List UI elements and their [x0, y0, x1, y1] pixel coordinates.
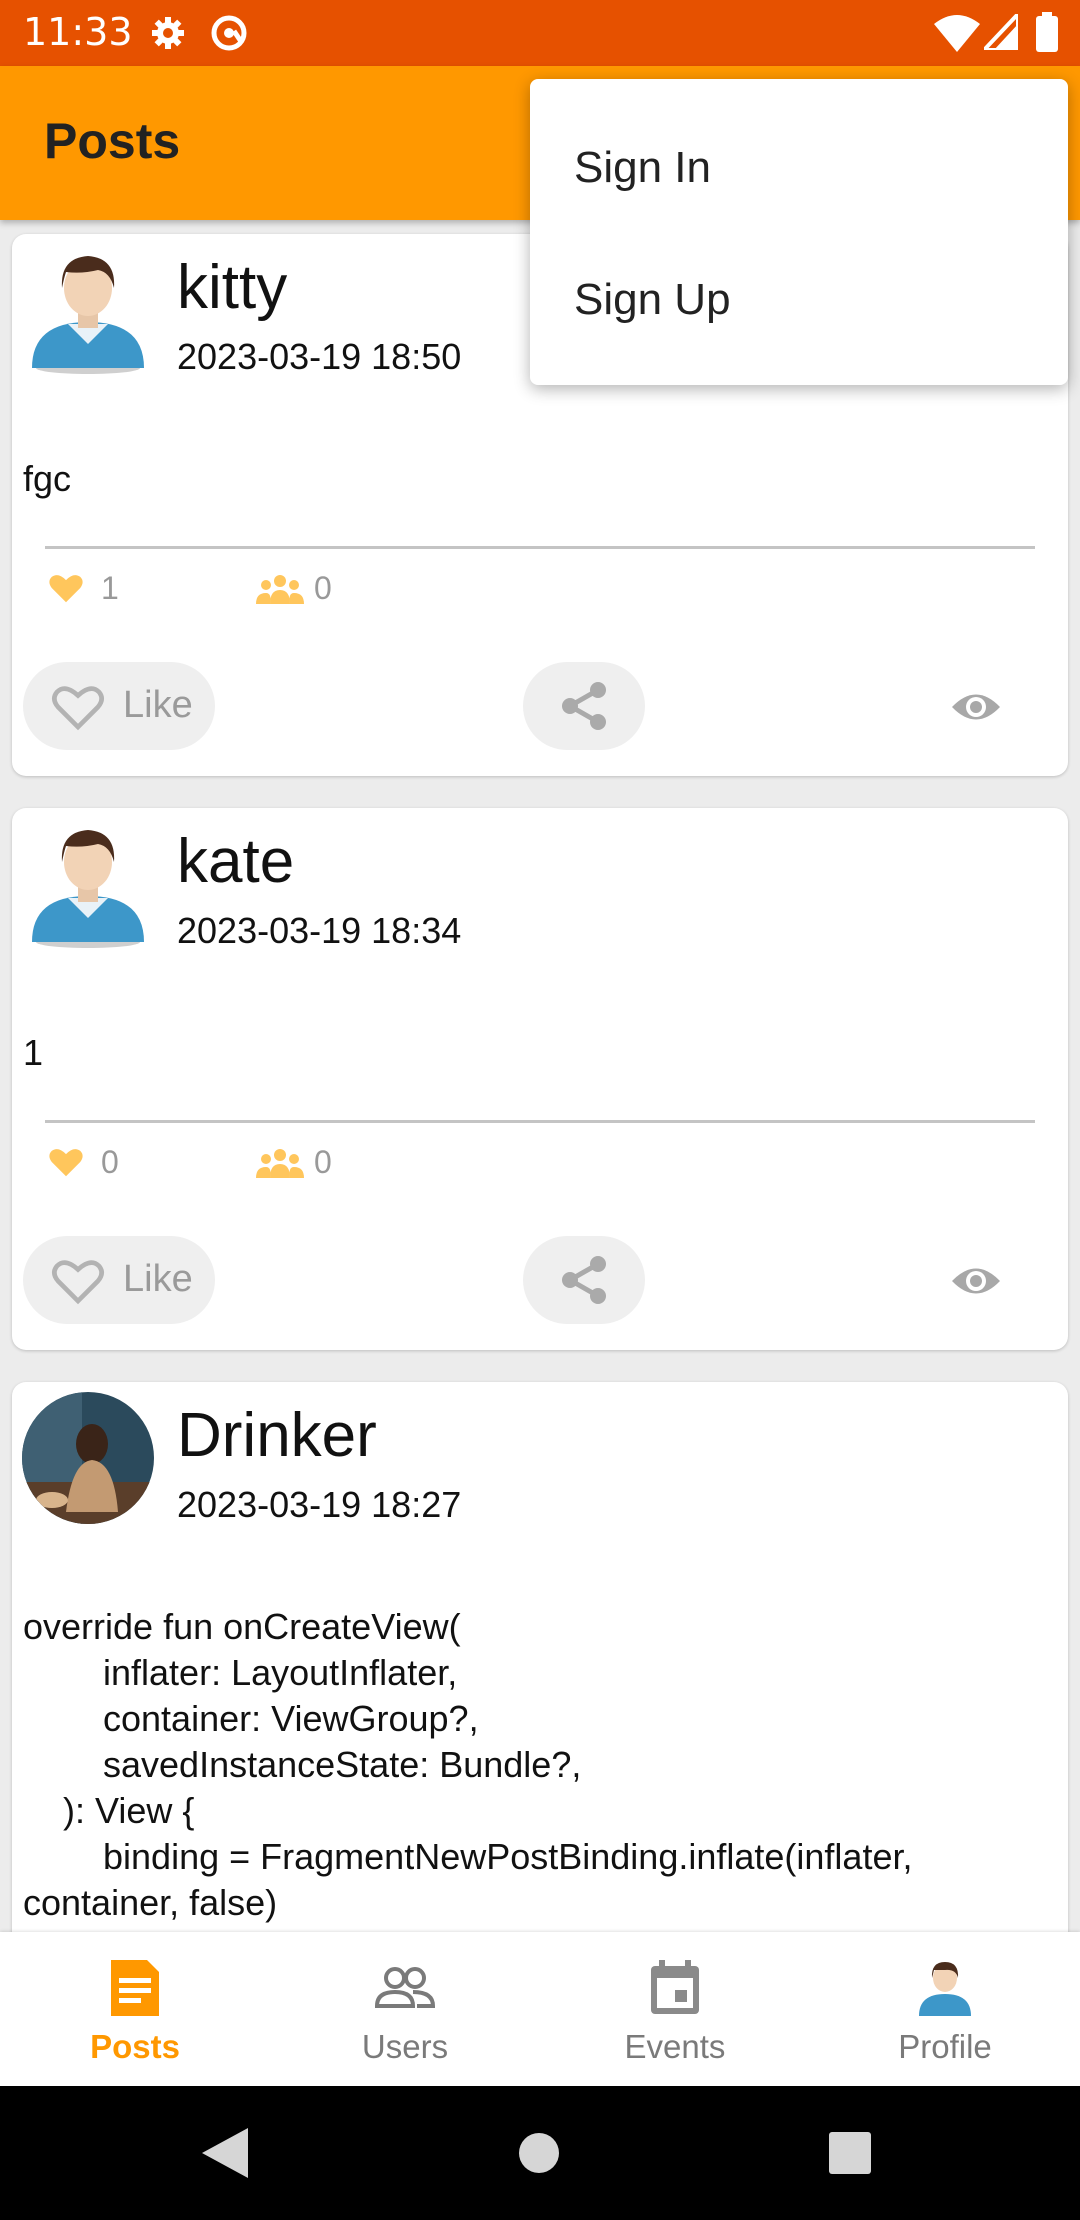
nav-item-events[interactable]: Events [540, 1932, 810, 2086]
post-card[interactable]: kate 2023-03-19 18:34 1 0 0 Like [12, 808, 1068, 1350]
nav-label: Events [624, 2028, 726, 2065]
post-author[interactable]: kate [177, 826, 294, 897]
post-body: override fun onCreateView( inflater: Lay… [23, 1606, 913, 1923]
post-author[interactable]: Drinker [177, 1400, 377, 1471]
post-feed[interactable]: kitty 2023-03-19 18:50 fgc 1 0 Like kate… [0, 220, 1080, 1932]
nav-label: Users [361, 2028, 449, 2065]
page-title: Posts [44, 113, 181, 169]
nav-label: Profile [898, 2028, 992, 2065]
share-icon [562, 682, 606, 730]
recents-icon[interactable] [829, 2132, 871, 2174]
heart-filled-icon [49, 1149, 83, 1177]
like-label: Like [123, 684, 193, 726]
post-body: 1 [23, 1032, 44, 1073]
system-navigation-bar [0, 2086, 1080, 2220]
share-count: 0 [314, 570, 332, 606]
share-button[interactable] [523, 662, 645, 750]
at-sign-icon [211, 15, 247, 51]
like-button[interactable]: Like [23, 662, 215, 750]
heart-outline-icon [52, 686, 104, 731]
menu-item-sign-up[interactable]: Sign Up [574, 275, 731, 325]
share-icon [562, 1256, 606, 1304]
default-male-avatar-icon[interactable] [22, 244, 154, 376]
post-body: fgc [23, 458, 72, 499]
battery-icon [1036, 12, 1058, 52]
bottom-navigation: Posts Users Events Profile [0, 1932, 1080, 2086]
post-date: 2023-03-19 18:27 [177, 1484, 462, 1525]
status-bar: 11:33 [0, 0, 1080, 66]
post-card[interactable]: Drinker 2023-03-19 18:27 override fun on… [12, 1382, 1068, 1932]
signal-icon [984, 14, 1018, 50]
people-icon [256, 575, 304, 604]
settings-icon [152, 17, 184, 49]
like-button[interactable]: Like [23, 1236, 215, 1324]
eye-icon [952, 1268, 1000, 1294]
calendar-icon [651, 1960, 699, 2014]
menu-item-sign-in[interactable]: Sign In [574, 143, 711, 193]
users-icon [374, 1967, 436, 2008]
share-button[interactable] [523, 1236, 645, 1324]
divider [45, 546, 1035, 549]
eye-icon [952, 694, 1000, 720]
heart-outline-icon [52, 1260, 104, 1305]
like-count: 0 [101, 1144, 119, 1180]
post-date: 2023-03-19 18:34 [177, 910, 462, 951]
document-icon [111, 1960, 159, 2016]
overflow-menu: Sign In Sign Up [530, 79, 1068, 385]
nav-item-posts[interactable]: Posts [0, 1932, 270, 2086]
like-count: 1 [101, 570, 119, 606]
wifi-icon [934, 15, 980, 52]
post-date: 2023-03-19 18:50 [177, 336, 462, 377]
heart-filled-icon [49, 575, 83, 603]
post-author[interactable]: kitty [177, 252, 287, 323]
photo-avatar-icon[interactable] [22, 1392, 154, 1524]
share-count: 0 [314, 1144, 332, 1180]
nav-label: Posts [90, 2028, 180, 2065]
divider [45, 1120, 1035, 1123]
people-icon [256, 1149, 304, 1178]
like-label: Like [123, 1258, 193, 1300]
back-icon[interactable] [202, 2128, 248, 2178]
default-male-avatar-icon[interactable] [22, 818, 154, 950]
home-icon[interactable] [518, 2132, 560, 2174]
nav-item-users[interactable]: Users [270, 1932, 540, 2086]
nav-item-profile[interactable]: Profile [810, 1932, 1080, 2086]
avatar-icon [919, 1962, 971, 2016]
status-time: 11:33 [23, 10, 133, 54]
